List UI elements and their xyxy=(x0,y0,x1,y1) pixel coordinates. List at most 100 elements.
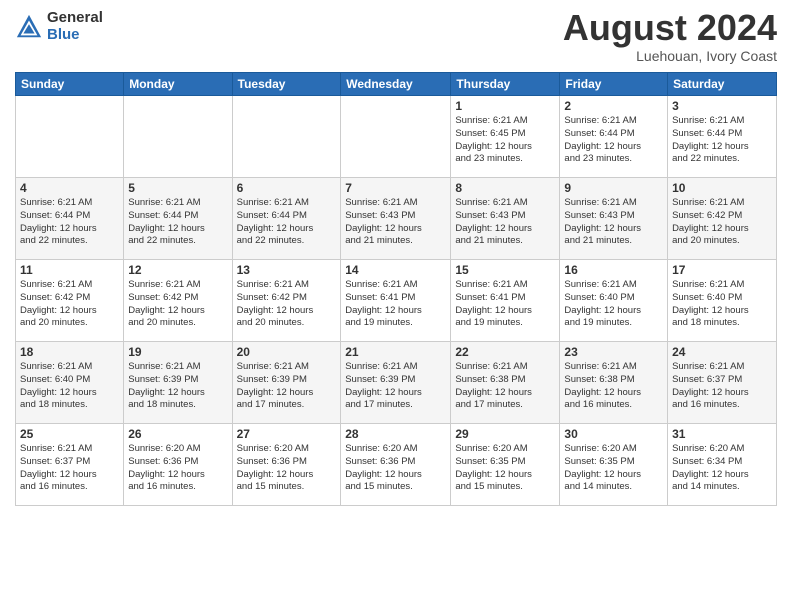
header: General Blue August 2024 Luehouan, Ivory… xyxy=(15,10,777,64)
day-number: 27 xyxy=(237,427,337,441)
calendar-cell: 24 Sunrise: 6:21 AM Sunset: 6:37 PM Dayli… xyxy=(668,342,777,424)
calendar-week-row: 4 Sunrise: 6:21 AM Sunset: 6:44 PM Daylig… xyxy=(16,178,777,260)
calendar-day-header: Saturday xyxy=(668,73,777,96)
day-number: 8 xyxy=(455,181,555,195)
calendar-cell: 23 Sunrise: 6:21 AM Sunset: 6:38 PM Dayli… xyxy=(560,342,668,424)
day-info: Sunrise: 6:21 AM Sunset: 6:44 PM Dayligh… xyxy=(672,115,772,166)
calendar-cell: 29Sunrise: 6:20 AM Sunset: 6:35 PM Dayli… xyxy=(451,424,560,506)
calendar-cell: 4 Sunrise: 6:21 AM Sunset: 6:44 PM Daylig… xyxy=(16,178,124,260)
day-number: 10 xyxy=(672,181,772,195)
calendar-day-header: Sunday xyxy=(16,73,124,96)
calendar-cell: 11 Sunrise: 6:21 AM Sunset: 6:42 PM Dayli… xyxy=(16,260,124,342)
day-info: Sunrise: 6:21 AM Sunset: 6:42 PM Dayligh… xyxy=(237,279,337,330)
location-subtitle: Luehouan, Ivory Coast xyxy=(563,48,777,64)
day-number: 13 xyxy=(237,263,337,277)
day-info: Sunrise: 6:21 AM Sunset: 6:44 PM Dayligh… xyxy=(237,197,337,248)
day-number: 12 xyxy=(128,263,227,277)
calendar-cell: 16Sunrise: 6:21 AM Sunset: 6:40 PM Dayli… xyxy=(560,260,668,342)
calendar-day-header: Thursday xyxy=(451,73,560,96)
day-number: 6 xyxy=(237,181,337,195)
day-info: Sunrise: 6:21 AM Sunset: 6:42 PM Dayligh… xyxy=(672,197,772,248)
day-info: Sunrise: 6:20 AM Sunset: 6:36 PM Dayligh… xyxy=(128,443,227,494)
day-number: 25 xyxy=(20,427,119,441)
calendar-cell: 12 Sunrise: 6:21 AM Sunset: 6:42 PM Dayli… xyxy=(124,260,232,342)
day-number: 19 xyxy=(128,345,227,359)
calendar-week-row: 1 Sunrise: 6:21 AM Sunset: 6:45 PM Daylig… xyxy=(16,96,777,178)
calendar-cell xyxy=(16,96,124,178)
day-info: Sunrise: 6:21 AM Sunset: 6:37 PM Dayligh… xyxy=(672,361,772,412)
calendar-cell: 17 Sunrise: 6:21 AM Sunset: 6:40 PM Dayli… xyxy=(668,260,777,342)
day-info: Sunrise: 6:21 AM Sunset: 6:45 PM Dayligh… xyxy=(455,115,555,166)
day-number: 7 xyxy=(345,181,446,195)
day-info: Sunrise: 6:21 AM Sunset: 6:44 PM Dayligh… xyxy=(128,197,227,248)
day-number: 22 xyxy=(455,345,555,359)
calendar-week-row: 11 Sunrise: 6:21 AM Sunset: 6:42 PM Dayli… xyxy=(16,260,777,342)
day-info: Sunrise: 6:21 AM Sunset: 6:43 PM Dayligh… xyxy=(345,197,446,248)
day-info: Sunrise: 6:21 AM Sunset: 6:44 PM Dayligh… xyxy=(20,197,119,248)
calendar-cell: 27Sunrise: 6:20 AM Sunset: 6:36 PM Dayli… xyxy=(232,424,341,506)
day-number: 29 xyxy=(455,427,555,441)
calendar-cell: 13 Sunrise: 6:21 AM Sunset: 6:42 PM Dayli… xyxy=(232,260,341,342)
day-info: Sunrise: 6:21 AM Sunset: 6:41 PM Dayligh… xyxy=(345,279,446,330)
calendar-day-header: Wednesday xyxy=(341,73,451,96)
calendar-cell: 9Sunrise: 6:21 AM Sunset: 6:43 PM Daylig… xyxy=(560,178,668,260)
day-number: 14 xyxy=(345,263,446,277)
calendar-week-row: 25Sunrise: 6:21 AM Sunset: 6:37 PM Dayli… xyxy=(16,424,777,506)
day-info: Sunrise: 6:21 AM Sunset: 6:42 PM Dayligh… xyxy=(128,279,227,330)
calendar-cell: 8 Sunrise: 6:21 AM Sunset: 6:43 PM Daylig… xyxy=(451,178,560,260)
day-info: Sunrise: 6:21 AM Sunset: 6:44 PM Dayligh… xyxy=(564,115,663,166)
calendar-cell: 1 Sunrise: 6:21 AM Sunset: 6:45 PM Daylig… xyxy=(451,96,560,178)
calendar-cell: 25Sunrise: 6:21 AM Sunset: 6:37 PM Dayli… xyxy=(16,424,124,506)
day-number: 18 xyxy=(20,345,119,359)
calendar-day-header: Tuesday xyxy=(232,73,341,96)
calendar-cell: 3 Sunrise: 6:21 AM Sunset: 6:44 PM Daylig… xyxy=(668,96,777,178)
calendar-cell: 2 Sunrise: 6:21 AM Sunset: 6:44 PM Daylig… xyxy=(560,96,668,178)
calendar-header-row: SundayMondayTuesdayWednesdayThursdayFrid… xyxy=(16,73,777,96)
calendar-cell: 10 Sunrise: 6:21 AM Sunset: 6:42 PM Dayli… xyxy=(668,178,777,260)
day-info: Sunrise: 6:20 AM Sunset: 6:34 PM Dayligh… xyxy=(672,443,772,494)
calendar-cell: 22 Sunrise: 6:21 AM Sunset: 6:38 PM Dayli… xyxy=(451,342,560,424)
title-area: August 2024 Luehouan, Ivory Coast xyxy=(563,10,777,64)
day-number: 3 xyxy=(672,99,772,113)
calendar-week-row: 18 Sunrise: 6:21 AM Sunset: 6:40 PM Dayli… xyxy=(16,342,777,424)
day-number: 5 xyxy=(128,181,227,195)
day-number: 31 xyxy=(672,427,772,441)
day-info: Sunrise: 6:21 AM Sunset: 6:38 PM Dayligh… xyxy=(564,361,663,412)
day-info: Sunrise: 6:21 AM Sunset: 6:43 PM Dayligh… xyxy=(455,197,555,248)
day-number: 2 xyxy=(564,99,663,113)
day-number: 11 xyxy=(20,263,119,277)
day-info: Sunrise: 6:21 AM Sunset: 6:42 PM Dayligh… xyxy=(20,279,119,330)
calendar-cell: 5 Sunrise: 6:21 AM Sunset: 6:44 PM Daylig… xyxy=(124,178,232,260)
calendar-cell: 7 Sunrise: 6:21 AM Sunset: 6:43 PM Daylig… xyxy=(341,178,451,260)
calendar-cell xyxy=(232,96,341,178)
calendar-cell: 30Sunrise: 6:20 AM Sunset: 6:35 PM Dayli… xyxy=(560,424,668,506)
calendar-cell xyxy=(341,96,451,178)
calendar-day-header: Friday xyxy=(560,73,668,96)
logo: General Blue xyxy=(15,10,103,43)
day-number: 4 xyxy=(20,181,119,195)
day-number: 23 xyxy=(564,345,663,359)
month-year-title: August 2024 xyxy=(563,10,777,46)
day-info: Sunrise: 6:21 AM Sunset: 6:38 PM Dayligh… xyxy=(455,361,555,412)
logo-icon xyxy=(15,13,43,41)
day-number: 30 xyxy=(564,427,663,441)
day-number: 1 xyxy=(455,99,555,113)
day-number: 24 xyxy=(672,345,772,359)
calendar-table: SundayMondayTuesdayWednesdayThursdayFrid… xyxy=(15,72,777,506)
calendar-cell xyxy=(124,96,232,178)
day-number: 17 xyxy=(672,263,772,277)
day-info: Sunrise: 6:21 AM Sunset: 6:40 PM Dayligh… xyxy=(672,279,772,330)
day-info: Sunrise: 6:21 AM Sunset: 6:39 PM Dayligh… xyxy=(345,361,446,412)
calendar-day-header: Monday xyxy=(124,73,232,96)
day-info: Sunrise: 6:21 AM Sunset: 6:39 PM Dayligh… xyxy=(128,361,227,412)
calendar-cell: 21 Sunrise: 6:21 AM Sunset: 6:39 PM Dayli… xyxy=(341,342,451,424)
logo-general-text: General xyxy=(47,10,103,27)
day-number: 21 xyxy=(345,345,446,359)
day-info: Sunrise: 6:20 AM Sunset: 6:36 PM Dayligh… xyxy=(345,443,446,494)
calendar-cell: 18 Sunrise: 6:21 AM Sunset: 6:40 PM Dayli… xyxy=(16,342,124,424)
day-info: Sunrise: 6:21 AM Sunset: 6:40 PM Dayligh… xyxy=(20,361,119,412)
calendar-cell: 28 Sunrise: 6:20 AM Sunset: 6:36 PM Dayli… xyxy=(341,424,451,506)
day-number: 28 xyxy=(345,427,446,441)
logo-blue-text: Blue xyxy=(47,27,103,44)
calendar-cell: 20Sunrise: 6:21 AM Sunset: 6:39 PM Dayli… xyxy=(232,342,341,424)
